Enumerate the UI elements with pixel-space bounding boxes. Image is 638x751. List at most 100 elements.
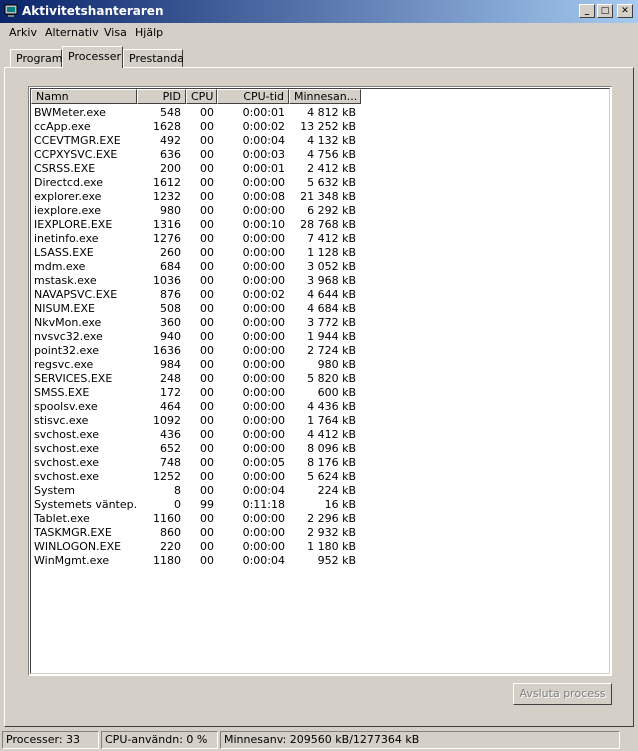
menu-help[interactable]: Hjälp [135, 26, 163, 39]
process-pid: 984 [160, 358, 181, 371]
process-pid: 876 [160, 288, 181, 301]
table-row[interactable]: stisvc.exe 1092 00 0:00:00 1 764 kB [31, 414, 609, 428]
process-name: Systemets väntep... [34, 498, 138, 511]
menu-options[interactable]: Alternativ [45, 26, 99, 39]
process-cpu: 00 [200, 540, 214, 553]
process-cpu-time: 0:00:02 [242, 120, 285, 133]
table-row[interactable]: CCEVTMGR.EXE 492 00 0:00:04 4 132 kB [31, 134, 609, 148]
process-memory: 1 944 kB [307, 330, 356, 343]
column-header-cpu[interactable]: CPU [186, 89, 217, 104]
table-row[interactable]: TASKMGR.EXE 860 00 0:00:00 2 932 kB [31, 526, 609, 540]
table-row[interactable]: Systemets väntep... 0 99 0:11:18 16 kB [31, 498, 609, 512]
table-row[interactable]: svchost.exe 1252 00 0:00:00 5 624 kB [31, 470, 609, 484]
table-row[interactable]: CCPXYSVC.EXE 636 00 0:00:03 4 756 kB [31, 148, 609, 162]
table-row[interactable]: WINLOGON.EXE 220 00 0:00:00 1 180 kB [31, 540, 609, 554]
table-row[interactable]: Tablet.exe 1160 00 0:00:00 2 296 kB [31, 512, 609, 526]
table-row[interactable]: Directcd.exe 1612 00 0:00:00 5 632 kB [31, 176, 609, 190]
table-row[interactable]: inetinfo.exe 1276 00 0:00:00 7 412 kB [31, 232, 609, 246]
process-cpu: 00 [200, 526, 214, 539]
process-name: WINLOGON.EXE [34, 540, 122, 553]
process-cpu: 00 [200, 274, 214, 287]
table-row[interactable]: NISUM.EXE 508 00 0:00:00 4 684 kB [31, 302, 609, 316]
column-header-cpu-time[interactable]: CPU-tid [217, 89, 289, 104]
process-memory: 2 412 kB [307, 162, 356, 175]
table-row[interactable]: svchost.exe 652 00 0:00:00 8 096 kB [31, 442, 609, 456]
process-cpu: 00 [200, 470, 214, 483]
process-name: mstask.exe [34, 274, 97, 287]
table-row[interactable]: NAVAPSVC.EXE 876 00 0:00:02 4 644 kB [31, 288, 609, 302]
process-cpu: 00 [200, 176, 214, 189]
process-cpu-time: 0:00:00 [242, 442, 285, 455]
process-cpu: 00 [200, 484, 214, 497]
table-row[interactable]: point32.exe 1636 00 0:00:00 2 724 kB [31, 344, 609, 358]
tab-performance[interactable]: Prestanda [123, 49, 184, 67]
process-pid: 1276 [153, 232, 181, 245]
process-name: SMSS.EXE [34, 386, 90, 399]
table-row[interactable]: mdm.exe 684 00 0:00:00 3 052 kB [31, 260, 609, 274]
process-cpu: 00 [200, 400, 214, 413]
column-header-memory[interactable]: Minnesan... [289, 89, 361, 104]
process-memory: 1 128 kB [307, 246, 356, 259]
process-name: CSRSS.EXE [34, 162, 96, 175]
table-row[interactable]: CSRSS.EXE 200 00 0:00:01 2 412 kB [31, 162, 609, 176]
process-memory: 4 812 kB [307, 106, 356, 119]
process-cpu: 00 [200, 120, 214, 133]
process-cpu-time: 0:00:00 [242, 386, 285, 399]
table-row[interactable]: SMSS.EXE 172 00 0:00:00 600 kB [31, 386, 609, 400]
table-row[interactable]: BWMeter.exe 548 00 0:00:01 4 812 kB [31, 106, 609, 120]
process-cpu-time: 0:00:10 [242, 218, 285, 231]
table-row[interactable]: WinMgmt.exe 1180 00 0:00:04 952 kB [31, 554, 609, 568]
process-pid: 260 [160, 246, 181, 259]
process-cpu-time: 0:00:00 [242, 344, 285, 357]
process-memory: 1 764 kB [307, 414, 356, 427]
process-memory: 28 768 kB [300, 218, 356, 231]
process-name: mdm.exe [34, 260, 86, 273]
process-memory: 13 252 kB [300, 120, 356, 133]
process-list[interactable]: Namn PID CPU CPU-tid Minnesan... BWMeter… [28, 86, 612, 676]
table-row[interactable]: System 8 00 0:00:04 224 kB [31, 484, 609, 498]
menu-view[interactable]: Visa [104, 26, 127, 39]
table-row[interactable]: spoolsv.exe 464 00 0:00:00 4 436 kB [31, 400, 609, 414]
minimize-button[interactable]: _ [579, 4, 595, 18]
close-button[interactable]: ✕ [617, 4, 633, 18]
menu-bar: Arkiv Alternativ Visa Hjälp [0, 23, 638, 42]
table-row[interactable]: IEXPLORE.EXE 1316 00 0:00:10 28 768 kB [31, 218, 609, 232]
table-row[interactable]: iexplore.exe 980 00 0:00:00 6 292 kB [31, 204, 609, 218]
process-pid: 1636 [153, 344, 181, 357]
table-row[interactable]: svchost.exe 436 00 0:00:00 4 412 kB [31, 428, 609, 442]
process-pid: 492 [160, 134, 181, 147]
title-bar[interactable]: Aktivitetshanteraren _ □ ✕ [0, 0, 638, 23]
process-memory: 2 932 kB [307, 526, 356, 539]
process-cpu-time: 0:00:04 [242, 554, 285, 567]
process-cpu-time: 0:00:08 [242, 190, 285, 203]
table-row[interactable]: svchost.exe 748 00 0:00:05 8 176 kB [31, 456, 609, 470]
table-row[interactable]: NkvMon.exe 360 00 0:00:00 3 772 kB [31, 316, 609, 330]
process-memory: 2 724 kB [307, 344, 356, 357]
table-row[interactable]: ccApp.exe 1628 00 0:00:02 13 252 kB [31, 120, 609, 134]
process-cpu: 00 [200, 134, 214, 147]
process-pid: 200 [160, 162, 181, 175]
maximize-button[interactable]: □ [597, 4, 613, 18]
table-row[interactable]: explorer.exe 1232 00 0:00:08 21 348 kB [31, 190, 609, 204]
process-memory: 8 176 kB [307, 456, 356, 469]
table-row[interactable]: nvsvc32.exe 940 00 0:00:00 1 944 kB [31, 330, 609, 344]
process-memory: 4 756 kB [307, 148, 356, 161]
process-cpu: 00 [200, 246, 214, 259]
table-row[interactable]: SERVICES.EXE 248 00 0:00:00 5 820 kB [31, 372, 609, 386]
process-memory: 4 644 kB [307, 288, 356, 301]
menu-file[interactable]: Arkiv [9, 26, 37, 39]
process-name: WinMgmt.exe [34, 554, 110, 567]
column-header-pid[interactable]: PID [137, 89, 186, 104]
table-row[interactable]: mstask.exe 1036 00 0:00:00 3 968 kB [31, 274, 609, 288]
tab-program[interactable]: Program [10, 49, 62, 67]
process-pid: 464 [160, 400, 181, 413]
process-pid: 684 [160, 260, 181, 273]
end-process-button[interactable]: Avsluta process [513, 683, 612, 705]
table-row[interactable]: LSASS.EXE 260 00 0:00:00 1 128 kB [31, 246, 609, 260]
process-cpu-time: 0:00:01 [242, 162, 285, 175]
table-row[interactable]: regsvc.exe 984 00 0:00:00 980 kB [31, 358, 609, 372]
column-header-name[interactable]: Namn [31, 89, 137, 104]
process-cpu-time: 0:00:00 [242, 246, 285, 259]
process-memory: 16 kB [324, 498, 356, 511]
tab-processes[interactable]: Processer [62, 46, 123, 68]
